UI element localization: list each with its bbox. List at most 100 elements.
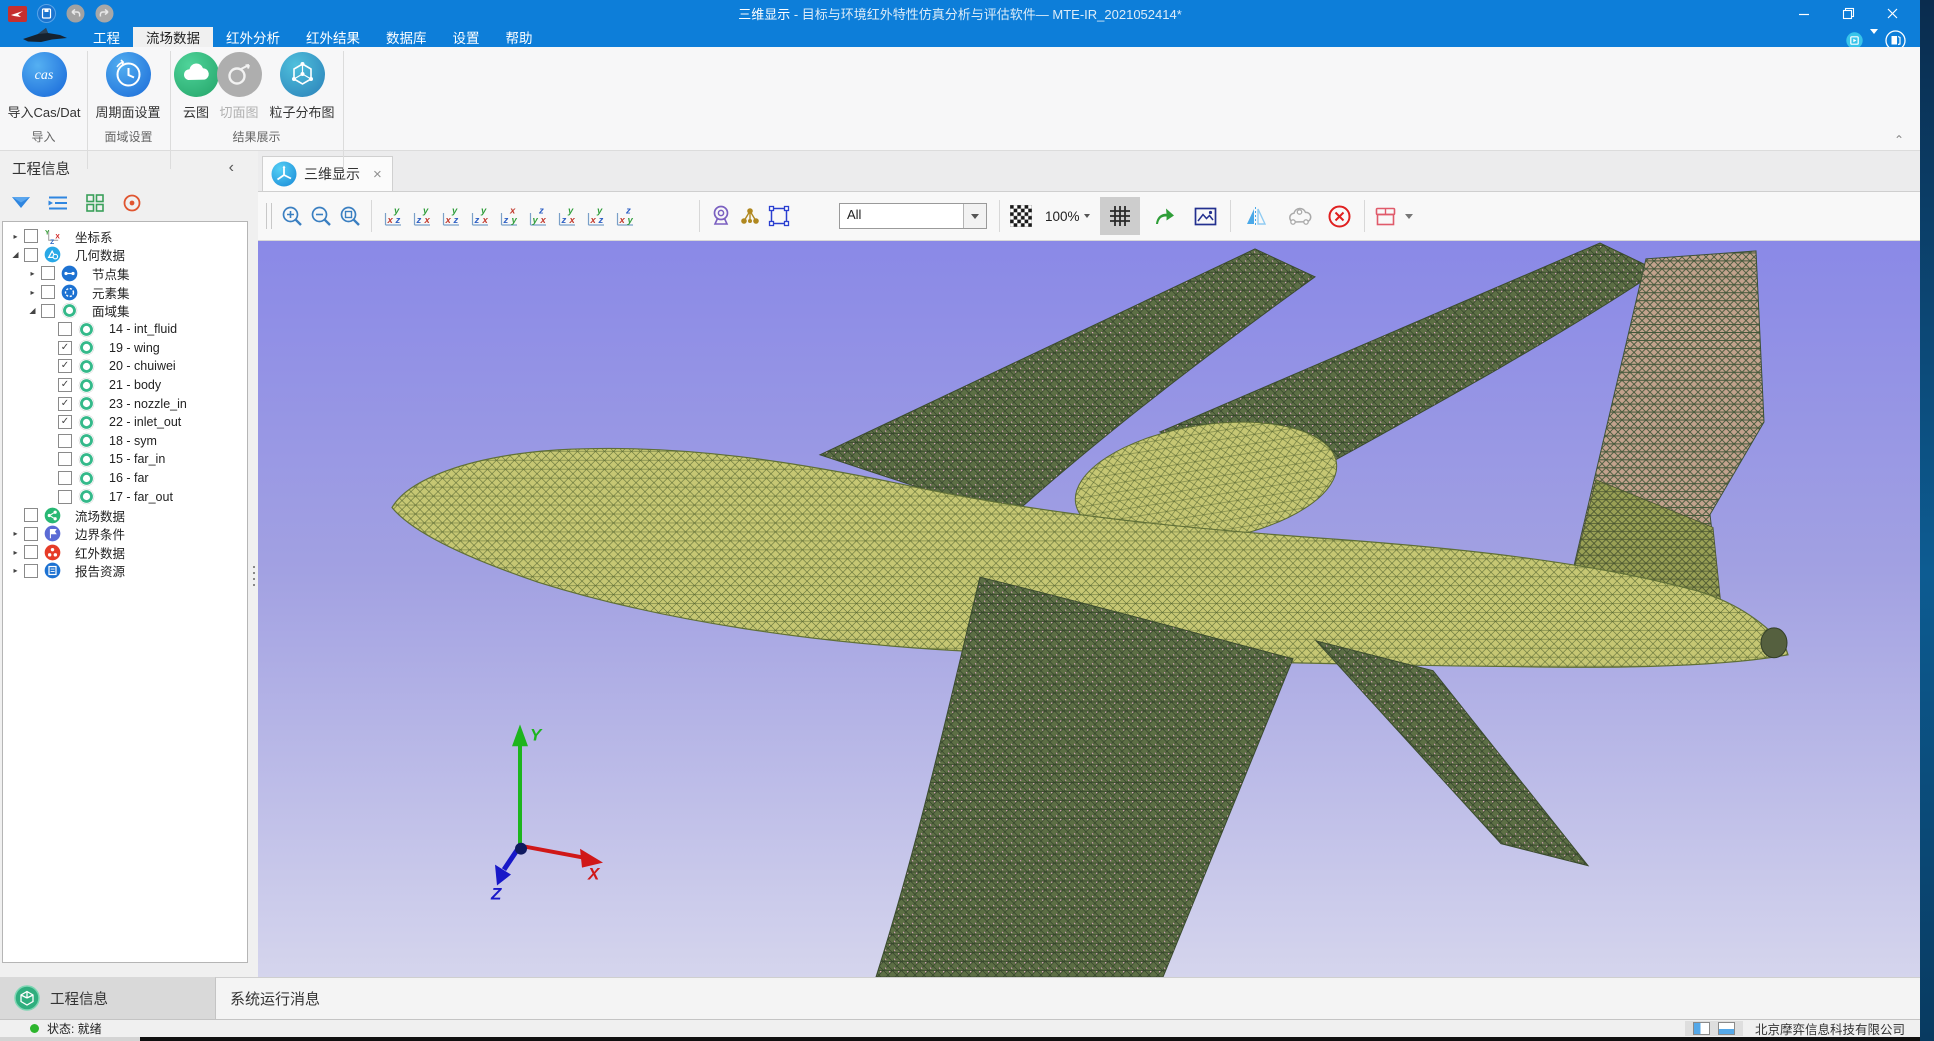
menu-item-ir-results[interactable]: 红外结果 [293, 27, 373, 47]
tree-expander-icon[interactable]: ▸ [9, 566, 22, 575]
period-face-settings-button[interactable]: 周期面设置 [89, 52, 167, 121]
menu-item-engineering[interactable]: 工程 [80, 27, 133, 47]
tree-item[interactable]: ▸边界条件 [3, 525, 247, 544]
panel-splitter[interactable] [250, 151, 258, 977]
tree-item[interactable]: 18 - sym [3, 432, 247, 451]
tree-item[interactable]: ◢面域集 [3, 301, 247, 320]
display-filter-select[interactable]: All [839, 203, 987, 229]
tree-item[interactable]: ✓19 - wing [3, 339, 247, 358]
filter-button[interactable] [10, 192, 32, 214]
tree-checkbox[interactable] [24, 508, 38, 522]
tree-expander-icon[interactable]: ▸ [26, 269, 39, 278]
collapse-list-button[interactable] [47, 192, 69, 214]
app-menu-button[interactable] [8, 4, 27, 23]
import-cas-dat-button[interactable]: cas 导入Cas/Dat [3, 52, 85, 121]
tree-item[interactable]: 14 - int_fluid [3, 320, 247, 339]
panel-collapse-button[interactable]: ‹ [229, 160, 234, 176]
zoom-in-button[interactable] [278, 201, 307, 231]
view-iso-1-button[interactable]: yzx [552, 201, 581, 231]
tree-checkbox[interactable]: ✓ [58, 415, 72, 429]
tree-item[interactable]: 16 - far [3, 469, 247, 488]
delete-view-button[interactable] [1325, 201, 1354, 231]
close-button[interactable] [1870, 0, 1914, 27]
tree-item[interactable]: ▸报告资源 [3, 562, 247, 581]
tree-checkbox[interactable] [58, 471, 72, 485]
tree-item[interactable]: ▸节点集 [3, 264, 247, 283]
ribbon-collapse-button[interactable]: ⌃ [1894, 133, 1904, 147]
chevron-down-icon[interactable] [963, 204, 986, 228]
layout-toggle-left-icon[interactable] [1693, 1022, 1710, 1035]
tree-expander-icon[interactable]: ▸ [9, 529, 22, 538]
menu-item-ir-analysis[interactable]: 红外分析 [213, 27, 293, 47]
tree-expander-icon[interactable]: ◢ [26, 306, 39, 315]
tree-checkbox[interactable]: ✓ [58, 397, 72, 411]
view-front-button[interactable]: yxz [378, 201, 407, 231]
tree-expander-icon[interactable]: ▸ [9, 548, 22, 557]
tree-item[interactable]: ▸YZX坐标系 [3, 227, 247, 246]
smooth-cloud-button[interactable] [1284, 201, 1313, 231]
tree-checkbox[interactable] [24, 545, 38, 559]
menu-item-database[interactable]: 数据库 [373, 27, 440, 47]
tab-close-icon[interactable]: × [373, 166, 382, 183]
menu-item-flowfield[interactable]: 流场数据 [133, 27, 213, 47]
tree-checkbox[interactable] [24, 229, 38, 243]
viewport-3d[interactable]: Y X Z [258, 241, 1920, 977]
save-button[interactable] [37, 4, 56, 23]
toolbar-drag-handle[interactable] [266, 203, 272, 229]
tree-item[interactable]: ▸元素集 [3, 283, 247, 302]
tree-expander-icon[interactable]: ◢ [9, 250, 22, 259]
tree-checkbox[interactable] [41, 285, 55, 299]
group-view-button[interactable] [84, 192, 106, 214]
chevron-down-icon[interactable] [1400, 201, 1418, 231]
particle-trace-button[interactable] [735, 201, 764, 231]
probe-camera-button[interactable] [706, 201, 735, 231]
tree-item[interactable]: ✓21 - body [3, 376, 247, 395]
layout-toggle-bottom-icon[interactable] [1718, 1022, 1735, 1035]
mirror-button[interactable] [1243, 201, 1272, 231]
tree-item[interactable]: ✓22 - inlet_out [3, 413, 247, 432]
grid-toggle-button[interactable] [1100, 197, 1140, 235]
view-right-button[interactable]: yzx [465, 201, 494, 231]
tree-checkbox[interactable]: ✓ [58, 378, 72, 392]
tree-checkbox[interactable] [58, 490, 72, 504]
tab-3d-view[interactable]: 三维显示 × [262, 156, 393, 191]
tree-item[interactable]: ◢几何数据 [3, 246, 247, 265]
tree-item[interactable]: 15 - far_in [3, 450, 247, 469]
zoom-fit-button[interactable] [336, 201, 365, 231]
zoom-out-button[interactable] [307, 201, 336, 231]
tree-checkbox[interactable] [24, 248, 38, 262]
menu-item-settings[interactable]: 设置 [440, 27, 493, 47]
view-left-button[interactable]: yxz [436, 201, 465, 231]
view-iso-2-button[interactable]: yxz [581, 201, 610, 231]
view-top-button[interactable]: xzy [494, 201, 523, 231]
locate-target-button[interactable] [121, 192, 143, 214]
tree-item[interactable]: ▸红外数据 [3, 543, 247, 562]
zoom-percent-dropdown[interactable]: 100% [1045, 209, 1090, 224]
transparency-checker-icon[interactable] [1006, 201, 1035, 231]
minimize-button[interactable] [1782, 0, 1826, 27]
tree-item[interactable]: ✓20 - chuiwei [3, 357, 247, 376]
tree-item[interactable]: 17 - far_out [3, 487, 247, 506]
cloud-plot-button[interactable]: 云图 [172, 52, 220, 121]
project-tree[interactable]: ▸YZX坐标系◢几何数据▸节点集▸元素集◢面域集14 - int_fluid✓1… [2, 221, 248, 963]
box-select-button[interactable] [764, 201, 793, 231]
share-export-button[interactable] [1150, 201, 1179, 231]
snapshot-button[interactable] [1191, 201, 1220, 231]
tree-item[interactable]: 流场数据 [3, 506, 247, 525]
project-info-footer-button[interactable]: 工程信息 [0, 977, 215, 1019]
tree-checkbox[interactable] [41, 304, 55, 318]
tree-checkbox[interactable]: ✓ [58, 341, 72, 355]
tree-expander-icon[interactable]: ▸ [26, 288, 39, 297]
tree-checkbox[interactable] [24, 527, 38, 541]
restore-button[interactable] [1826, 0, 1870, 27]
tree-checkbox[interactable] [58, 434, 72, 448]
tree-checkbox[interactable] [58, 452, 72, 466]
view-back-button[interactable]: yzx [407, 201, 436, 231]
redo-button[interactable] [95, 4, 114, 23]
tree-expander-icon[interactable]: ▸ [9, 232, 22, 241]
view-bottom-button[interactable]: zyx [523, 201, 552, 231]
tree-item[interactable]: ✓23 - nozzle_in [3, 394, 247, 413]
tree-checkbox[interactable] [41, 266, 55, 280]
export-package-button[interactable] [1371, 201, 1400, 231]
menu-item-help[interactable]: 帮助 [493, 27, 546, 47]
